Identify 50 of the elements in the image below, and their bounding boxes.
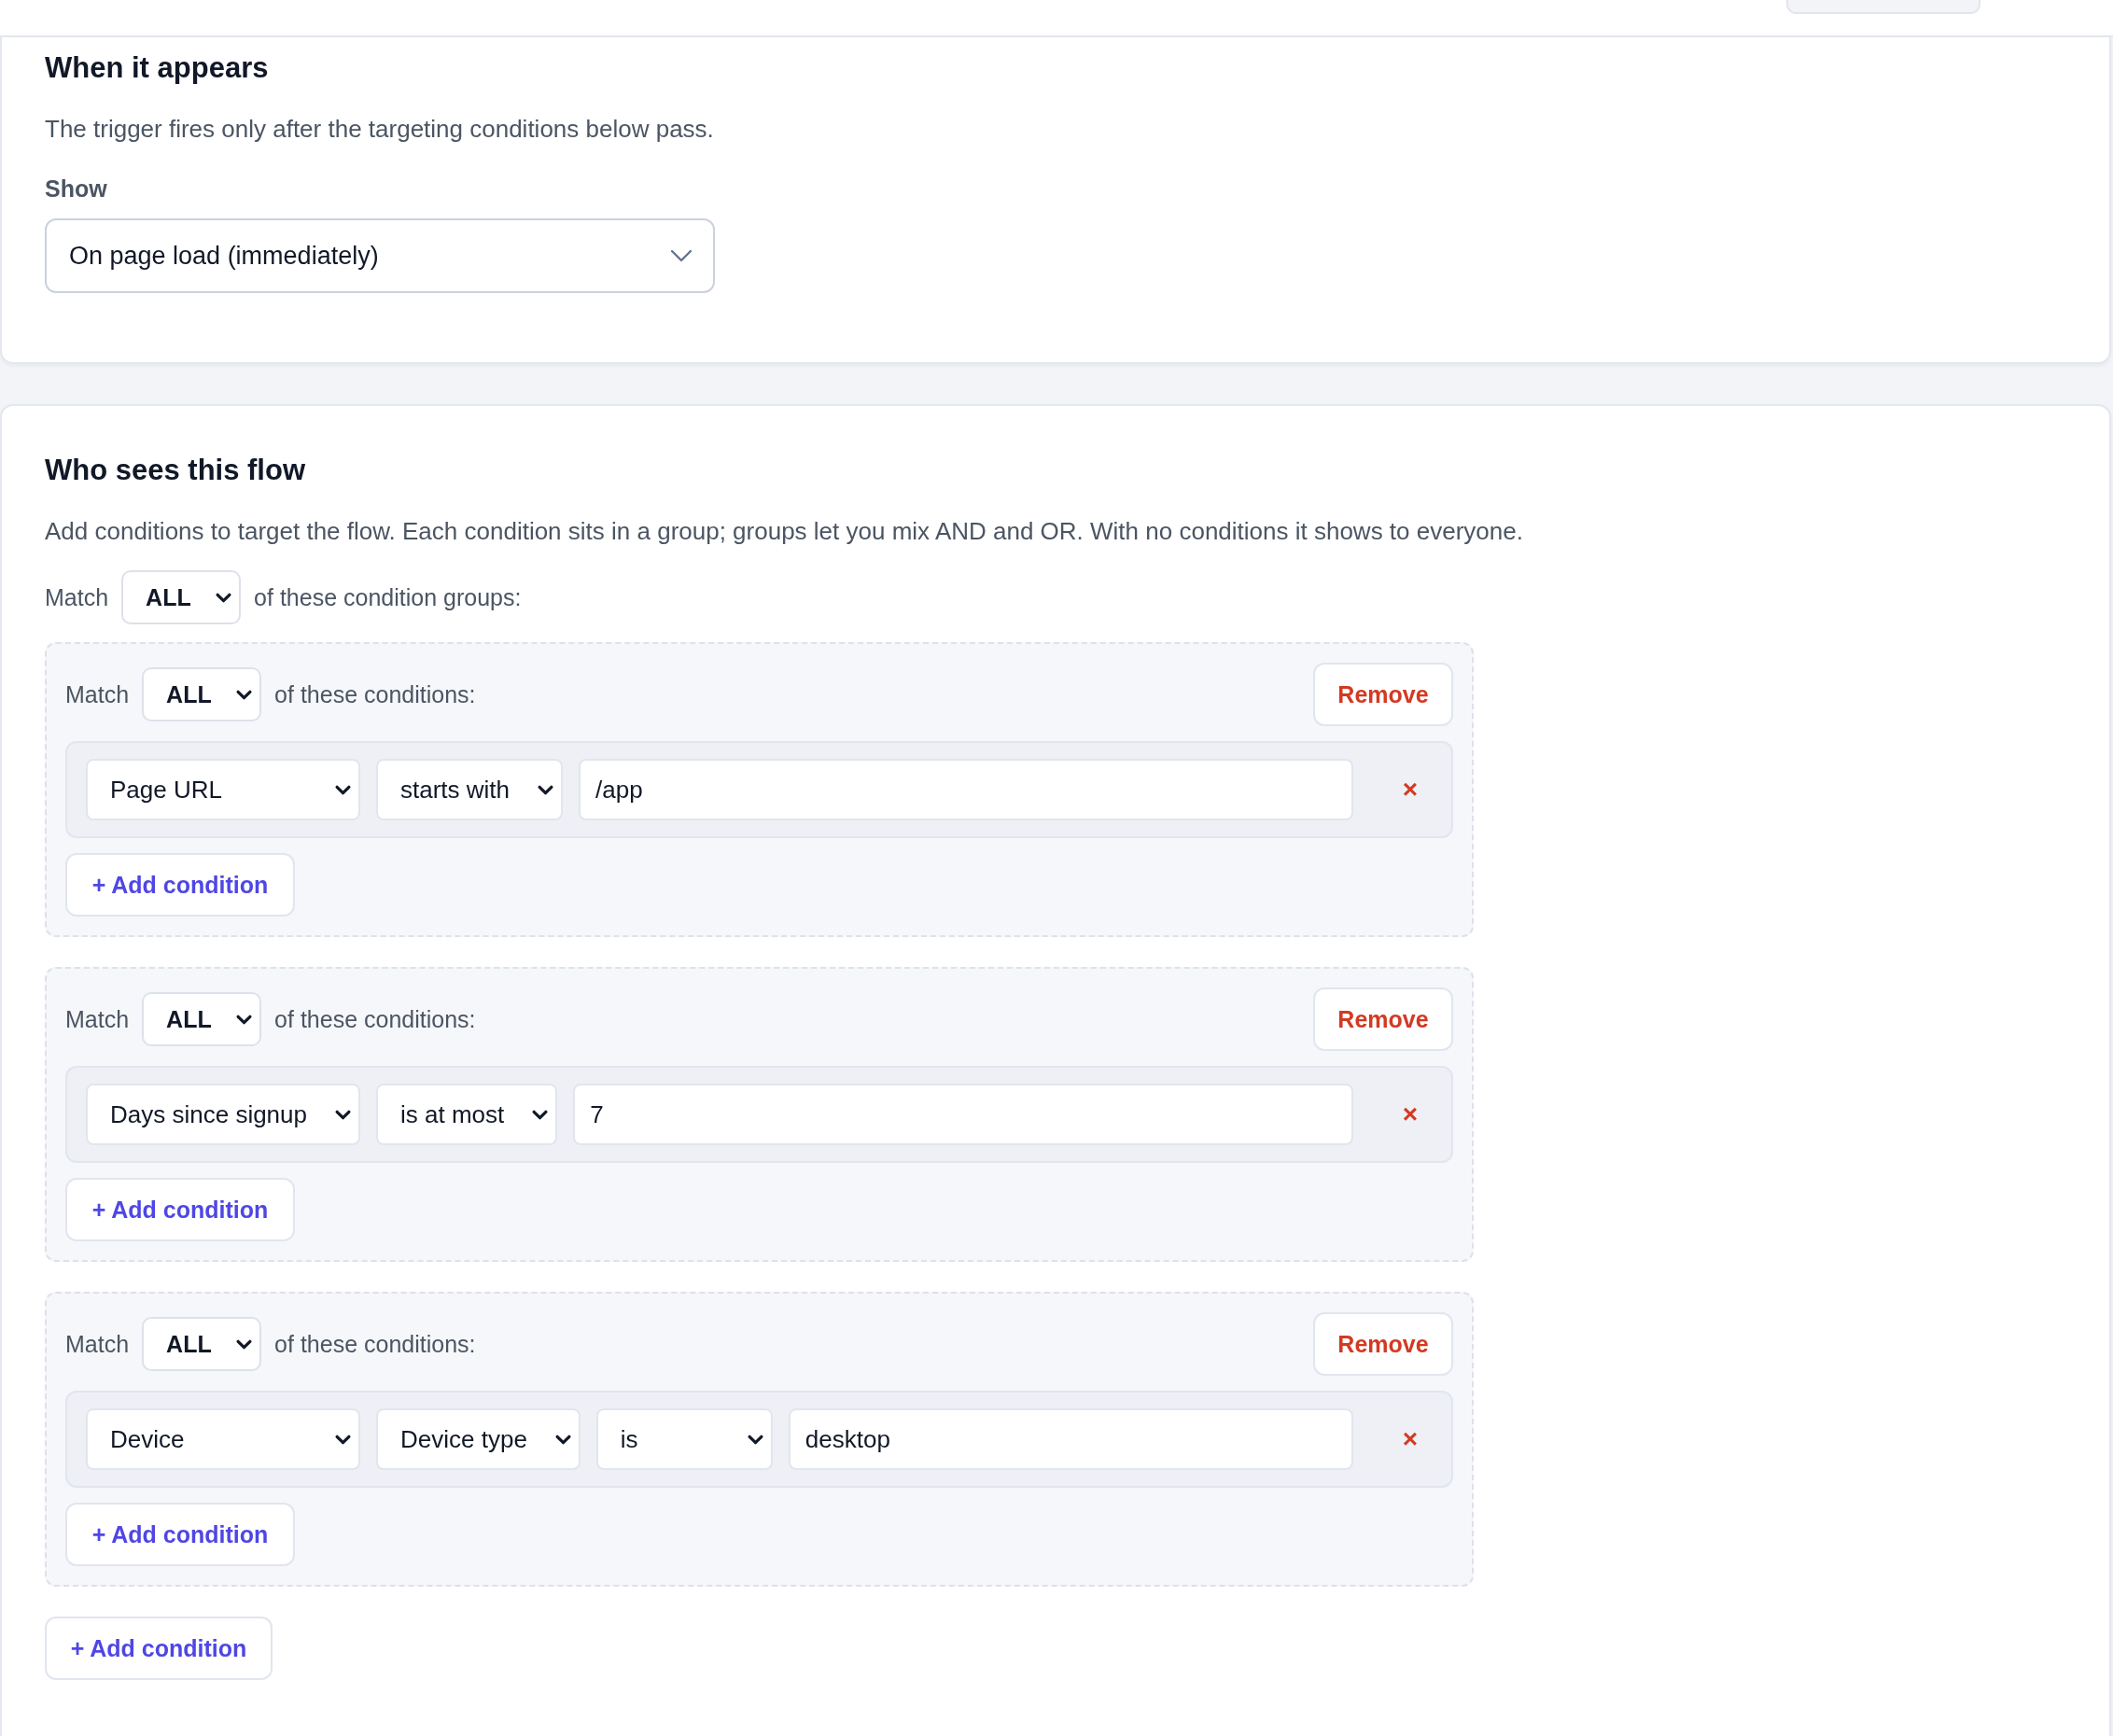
- match-label: Match: [65, 1330, 130, 1358]
- condition-select[interactable]: Device type: [376, 1408, 581, 1470]
- match-select[interactable]: ALL: [142, 992, 262, 1046]
- chevron-down-icon: [670, 249, 693, 262]
- chevron-down-icon: [335, 784, 351, 795]
- match-suffix: of these conditions:: [274, 1005, 476, 1033]
- remove-button[interactable]: Remove: [1313, 1312, 1453, 1376]
- chevron-down-icon: [236, 689, 253, 700]
- match-suffix: of these conditions:: [274, 1330, 476, 1358]
- chevron-down-icon: [335, 1109, 351, 1120]
- value-input[interactable]: desktop: [788, 1408, 1353, 1470]
- add-condition-button[interactable]: + Add condition: [45, 1617, 273, 1680]
- chevron-down-icon: [554, 1434, 571, 1445]
- match-label: Match: [45, 583, 109, 611]
- match-select[interactable]: ALL: [142, 667, 262, 721]
- value-input[interactable]: /app: [579, 759, 1353, 820]
- condition-select[interactable]: starts with: [376, 759, 564, 820]
- delete-condition-button[interactable]: ×: [1388, 774, 1433, 805]
- section-description: Add conditions to target the flow. Each condition sits in a group; groups let you mix AND and OR. With no conditions it shows to everyone.: [45, 516, 1524, 547]
- chevron-down-icon: [236, 1014, 253, 1025]
- match-select[interactable]: ALL: [121, 570, 242, 624]
- match-select[interactable]: ALL: [142, 1317, 262, 1371]
- remove-button[interactable]: Remove: [1313, 663, 1453, 726]
- delete-condition-button[interactable]: ×: [1388, 1423, 1433, 1455]
- condition-select[interactable]: is: [595, 1408, 773, 1470]
- section-title: When it appears: [45, 50, 270, 86]
- add-condition-button[interactable]: + Add condition: [65, 853, 295, 917]
- condition-select[interactable]: is at most: [376, 1084, 558, 1145]
- chevron-down-icon: [335, 1434, 351, 1445]
- delete-condition-button[interactable]: ×: [1388, 1099, 1433, 1130]
- section-description: The trigger fires only after the targeting conditions below pass.: [45, 114, 715, 145]
- chevron-down-icon: [216, 592, 232, 603]
- chevron-down-icon: [747, 1434, 763, 1445]
- chevron-down-icon: [538, 784, 554, 795]
- condition-select[interactable]: Page URL: [86, 759, 360, 820]
- add-condition-button[interactable]: + Add condition: [65, 1178, 295, 1241]
- match-suffix: of these conditions:: [274, 680, 476, 708]
- show-select[interactable]: On page load (immediately): [45, 218, 715, 293]
- match-label: Match: [65, 1005, 130, 1033]
- chevron-down-icon: [236, 1338, 253, 1350]
- value-input[interactable]: 7: [573, 1084, 1353, 1145]
- field-label: Show: [45, 175, 108, 203]
- match-suffix: of these condition groups:: [254, 583, 522, 611]
- match-label: Match: [65, 680, 130, 708]
- remove-button[interactable]: Remove: [1313, 987, 1453, 1051]
- section-title: Who sees this flow: [45, 453, 307, 488]
- condition-select[interactable]: Days since signup: [86, 1084, 360, 1145]
- condition-select[interactable]: Device: [86, 1408, 360, 1470]
- add-condition-button[interactable]: + Add condition: [65, 1503, 295, 1566]
- chevron-down-icon: [532, 1109, 549, 1120]
